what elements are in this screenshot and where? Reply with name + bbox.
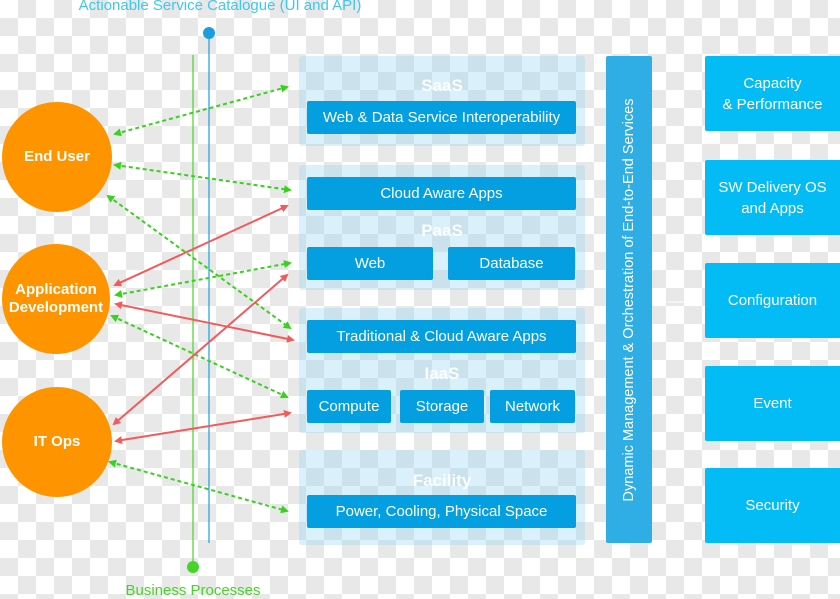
business-process-dot	[187, 561, 199, 573]
service-box[interactable]: Traditional & Cloud Aware Apps	[307, 320, 576, 353]
dotted-link-arrow	[108, 459, 289, 514]
dotted-link-arrow	[110, 314, 289, 399]
layer-title: PaaS	[421, 221, 463, 240]
layer-title: SaaS	[421, 76, 463, 95]
actor-label: Application Development	[8, 281, 104, 316]
actor-label: End User	[24, 148, 90, 165]
dotted-link-arrow	[114, 260, 292, 298]
layer-title: IaaS	[424, 364, 460, 383]
solid-link-arrow	[113, 204, 289, 287]
service-box[interactable]: Cloud Aware Apps	[307, 177, 576, 210]
service-box[interactable]: Web & Data Service Interoperability	[307, 101, 576, 134]
solid-link-arrow	[112, 273, 289, 426]
solid-link-arrow	[114, 410, 292, 444]
mgmt-label: Capacity & Performance	[722, 74, 823, 113]
mgmt-sw-delivery[interactable]: SW Delivery OS and Apps	[705, 160, 840, 235]
orchestration-bar[interactable]: Dynamic Management & Orchestration of En…	[606, 56, 652, 543]
business-processes-caption: Business Processes	[125, 582, 261, 599]
solid-link-arrow	[114, 301, 295, 343]
mgmt-label: Event	[753, 395, 792, 412]
service-box[interactable]: Database	[448, 247, 575, 280]
dotted-link-arrow	[113, 161, 292, 194]
actor-end-user[interactable]: End User	[2, 102, 112, 212]
mgmt-label: Configuration	[727, 292, 818, 309]
orchestration-label: Dynamic Management & Orchestration of En…	[621, 98, 637, 501]
actor-application-development[interactable]: Application Development	[2, 244, 110, 354]
service-box[interactable]: Compute	[307, 390, 391, 423]
service-box[interactable]: Web	[307, 247, 433, 280]
actor-label: IT Ops	[33, 433, 81, 450]
mgmt-label: Security	[745, 497, 800, 514]
service-box[interactable]: Network	[490, 390, 575, 423]
mgmt-event[interactable]: Event	[705, 366, 840, 441]
mgmt-security[interactable]: Security	[705, 468, 840, 543]
layer-title: Facility	[412, 471, 472, 490]
service-catalogue-dot	[203, 27, 215, 39]
service-box[interactable]: Power, Cooling, Physical Space	[307, 495, 576, 528]
service-box[interactable]: Storage	[400, 390, 484, 423]
mgmt-configuration[interactable]: Configuration	[705, 263, 840, 338]
actor-it-ops[interactable]: IT Ops	[2, 387, 112, 497]
mgmt-capacity[interactable]: Capacity & Performance	[705, 56, 840, 131]
dotted-link-arrow	[113, 84, 289, 137]
mgmt-label: SW Delivery OS and Apps	[718, 178, 827, 217]
